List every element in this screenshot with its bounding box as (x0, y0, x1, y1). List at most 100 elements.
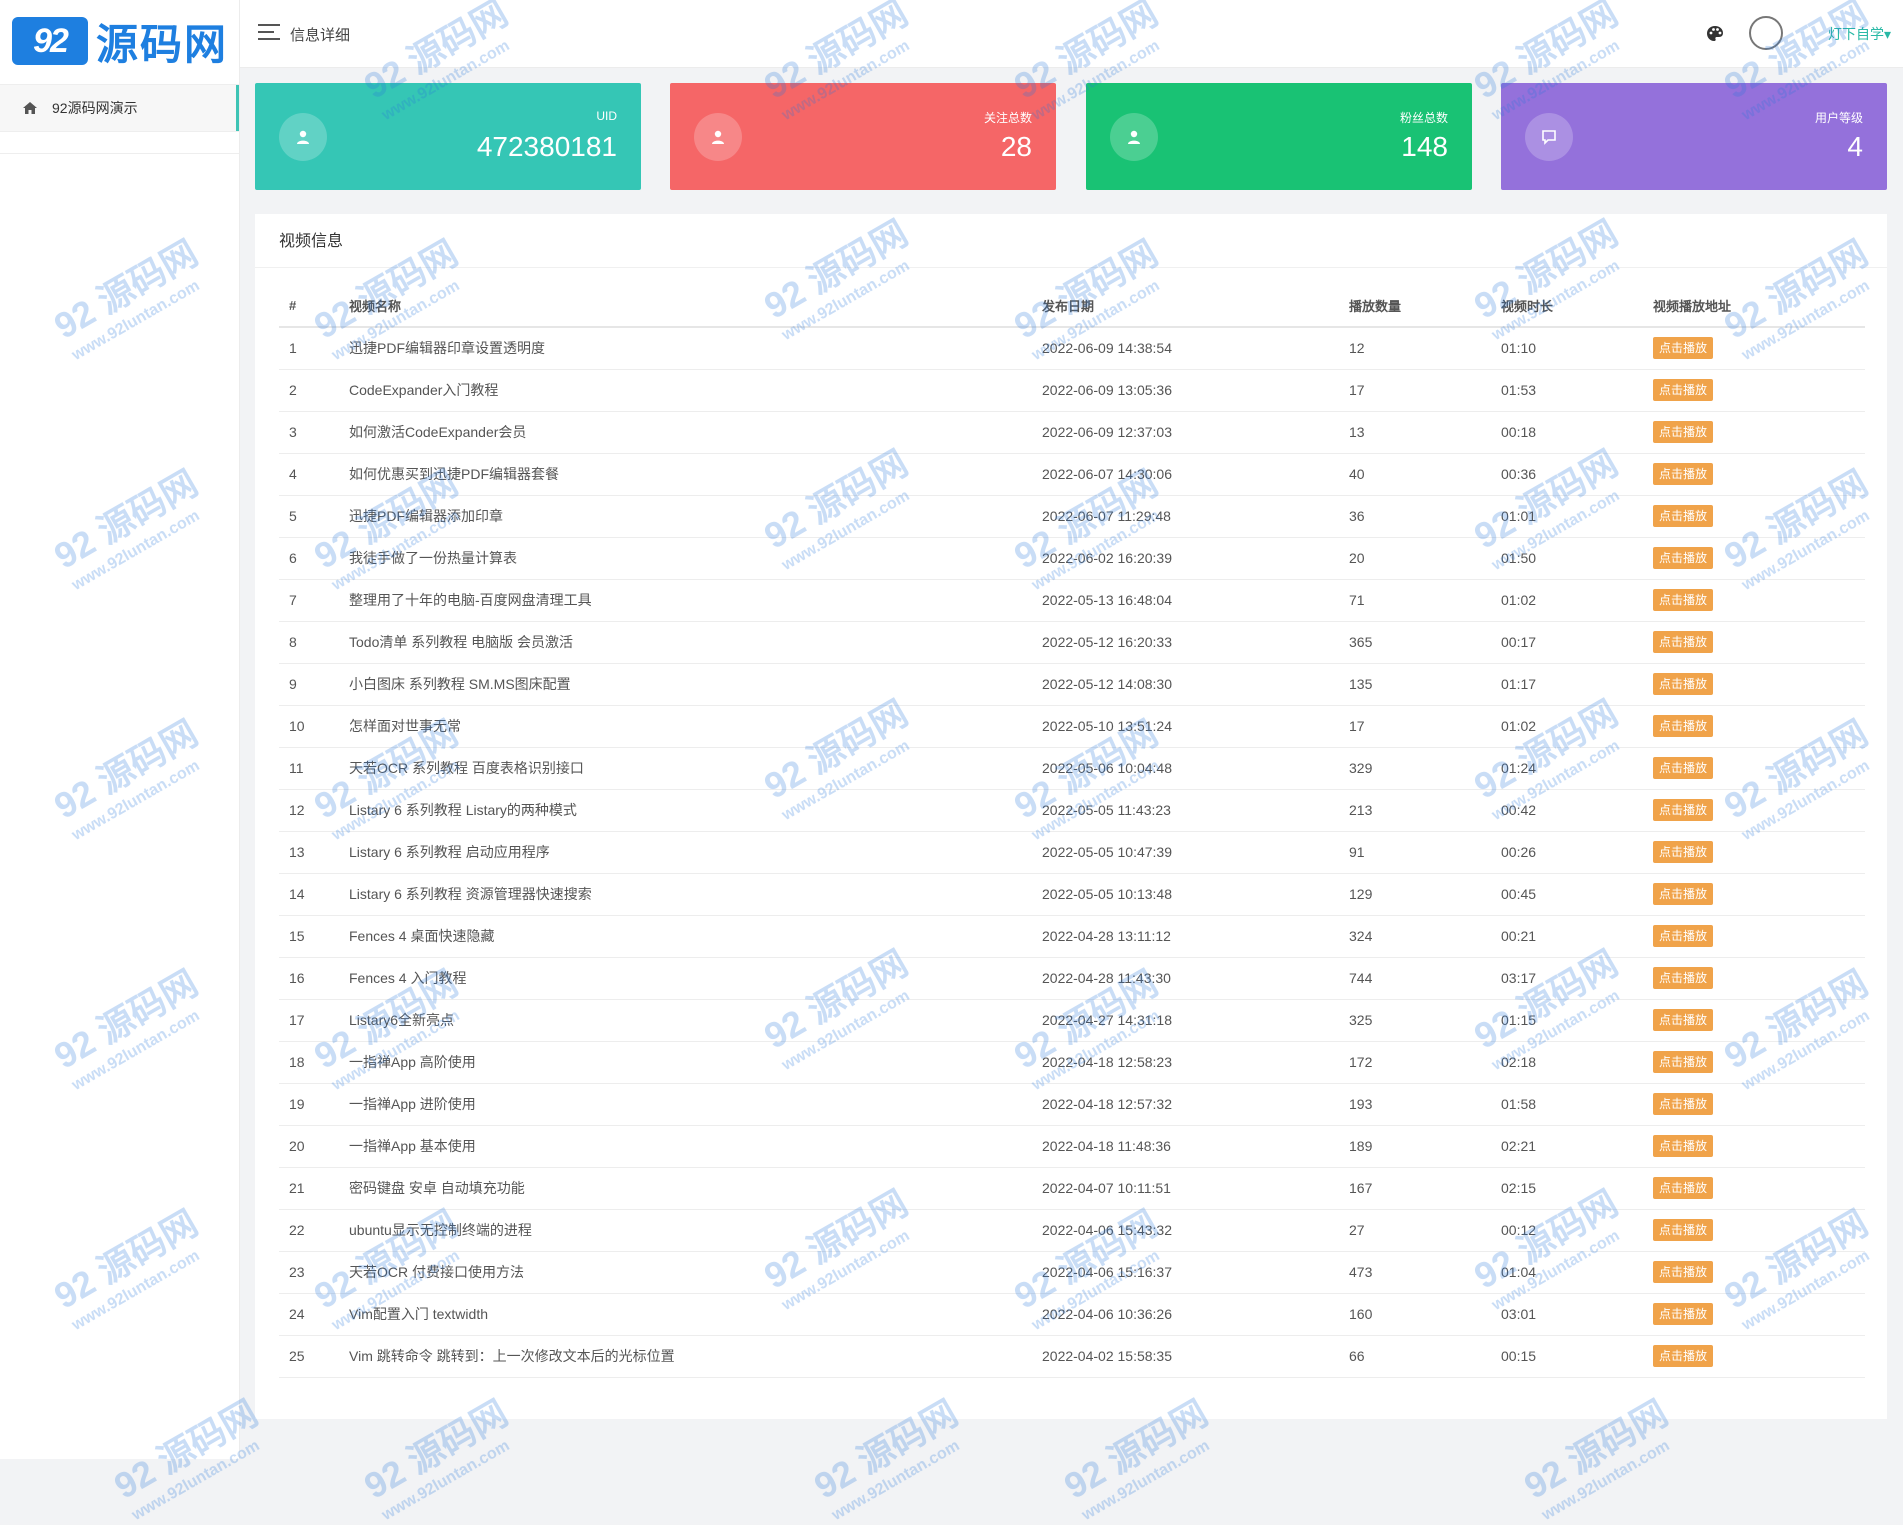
publish-date: 2022-04-28 13:11:12 (1042, 915, 1349, 958)
play-button[interactable]: 点击播放 (1653, 1093, 1713, 1115)
play-button[interactable]: 点击播放 (1653, 841, 1713, 863)
video-title: Listary 6 系列教程 资源管理器快速搜索 (349, 873, 1042, 916)
play-button[interactable]: 点击播放 (1653, 1135, 1713, 1157)
play-button[interactable]: 点击播放 (1653, 757, 1713, 779)
video-url-cell: 点击播放 (1653, 1335, 1865, 1378)
table-row: 6 我徒手做了一份热量计算表 2022-06-02 16:20:39 20 01:50 点… (279, 537, 1865, 580)
video-title: 如何激活CodeExpander会员 (349, 411, 1042, 454)
row-index: 7 (279, 579, 349, 622)
video-url-cell: 点击播放 (1653, 621, 1865, 664)
palette-icon[interactable] (1705, 24, 1725, 44)
video-url-cell: 点击播放 (1653, 1041, 1865, 1084)
play-button[interactable]: 点击播放 (1653, 379, 1713, 401)
play-count: 66 (1349, 1335, 1501, 1378)
column-header-date: 发布日期 (1042, 285, 1349, 328)
video-url-cell: 点击播放 (1653, 1293, 1865, 1336)
table-row: 4 如何优惠买到迅捷PDF编辑器套餐 2022-06-07 14:30:06 40 00… (279, 453, 1865, 496)
video-duration: 02:21 (1501, 1125, 1653, 1168)
table-row: 12 Listary 6 系列教程 Listary的两种模式 2022-05-05 … (279, 789, 1865, 832)
video-url-cell: 点击播放 (1653, 1209, 1865, 1252)
video-url-cell: 点击播放 (1653, 1083, 1865, 1126)
table-row: 11 天若OCR 系列教程 百度表格识别接口 2022-05-06 10:04:48… (279, 747, 1865, 790)
play-count: 329 (1349, 747, 1501, 790)
row-index: 9 (279, 663, 349, 706)
publish-date: 2022-05-05 10:47:39 (1042, 831, 1349, 874)
table-row: 23 天若OCR 付费接口使用方法 2022-04-06 15:16:37 473 01… (279, 1251, 1865, 1294)
video-duration: 01:02 (1501, 579, 1653, 622)
stat-card-uid: UID 472380181 (255, 83, 641, 190)
row-index: 18 (279, 1041, 349, 1084)
video-duration: 00:45 (1501, 873, 1653, 916)
play-button[interactable]: 点击播放 (1653, 1177, 1713, 1199)
play-button[interactable]: 点击播放 (1653, 1009, 1713, 1031)
video-duration: 00:26 (1501, 831, 1653, 874)
user-menu[interactable]: 灯下自学▾ (1828, 24, 1891, 44)
column-header-index: # (279, 285, 349, 328)
user-avatar[interactable] (1749, 16, 1783, 50)
play-count: 17 (1349, 369, 1501, 412)
table-row: 20 一指禅App 基本使用 2022-04-18 11:48:36 189 02:21… (279, 1125, 1865, 1168)
video-duration: 00:42 (1501, 789, 1653, 832)
play-button[interactable]: 点击播放 (1653, 1261, 1713, 1283)
video-title: Listary6全新亮点 (349, 999, 1042, 1042)
video-duration: 00:21 (1501, 915, 1653, 958)
stat-label: 关注总数 (983, 111, 1032, 125)
publish-date: 2022-05-10 13:51:24 (1042, 705, 1349, 748)
play-count: 324 (1349, 915, 1501, 958)
side-menu: 92源码网演示 (0, 84, 239, 132)
video-title: 迅捷PDF编辑器添加印章 (349, 495, 1042, 538)
row-index: 21 (279, 1167, 349, 1210)
video-url-cell: 点击播放 (1653, 915, 1865, 958)
user-icon (279, 113, 327, 161)
video-duration: 01:01 (1501, 495, 1653, 538)
video-title: 我徒手做了一份热量计算表 (349, 537, 1042, 580)
play-count: 17 (1349, 705, 1501, 748)
row-index: 8 (279, 621, 349, 664)
table-row: 21 密码键盘 安卓 自动填充功能 2022-04-07 10:11:51 167 02… (279, 1167, 1865, 1210)
video-url-cell: 点击播放 (1653, 789, 1865, 832)
video-duration: 00:15 (1501, 1335, 1653, 1378)
play-button[interactable]: 点击播放 (1653, 1303, 1713, 1325)
play-button[interactable]: 点击播放 (1653, 799, 1713, 821)
play-count: 473 (1349, 1251, 1501, 1294)
play-button[interactable]: 点击播放 (1653, 925, 1713, 947)
play-button[interactable]: 点击播放 (1653, 337, 1713, 360)
video-title: Fences 4 桌面快速隐藏 (349, 915, 1042, 958)
play-button[interactable]: 点击播放 (1653, 1051, 1713, 1073)
play-button[interactable]: 点击播放 (1653, 421, 1713, 443)
stat-value: 148 (1401, 131, 1448, 162)
play-count: 27 (1349, 1209, 1501, 1252)
video-title: 一指禅App 基本使用 (349, 1125, 1042, 1168)
table-header-row: # 视频名称 发布日期 播放数量 视频时长 视频播放地址 (279, 285, 1865, 328)
logo[interactable]: 92 源码网 (0, 0, 239, 82)
video-url-cell: 点击播放 (1653, 747, 1865, 790)
play-count: 91 (1349, 831, 1501, 874)
play-button[interactable]: 点击播放 (1653, 463, 1713, 485)
play-button[interactable]: 点击播放 (1653, 589, 1713, 611)
table-body: 1 迅捷PDF编辑器印章设置透明度 2022-06-09 14:38:54 12 01:… (279, 327, 1865, 1378)
play-button[interactable]: 点击播放 (1653, 547, 1713, 569)
play-button[interactable]: 点击播放 (1653, 1219, 1713, 1241)
play-button[interactable]: 点击播放 (1653, 631, 1713, 653)
video-title: Vim配置入门 textwidth (349, 1293, 1042, 1336)
table-row: 25 Vim 跳转命令 跳转到：上一次修改文本后的光标位置 2022-04-02 1… (279, 1335, 1865, 1378)
row-index: 11 (279, 747, 349, 790)
play-button[interactable]: 点击播放 (1653, 673, 1713, 695)
play-button[interactable]: 点击播放 (1653, 967, 1713, 989)
play-button[interactable]: 点击播放 (1653, 715, 1713, 737)
menu-toggle-icon[interactable] (258, 24, 280, 42)
play-button[interactable]: 点击播放 (1653, 1345, 1713, 1367)
publish-date: 2022-04-06 15:16:37 (1042, 1251, 1349, 1294)
stat-cards: UID 472380181 关注总数 28 粉丝总数 148 用户等级 4 (255, 83, 1887, 190)
video-url-cell: 点击播放 (1653, 873, 1865, 916)
table-row: 17 Listary6全新亮点 2022-04-27 14:31:18 325 01:1… (279, 999, 1865, 1042)
stat-card-fans: 粉丝总数 148 (1086, 83, 1472, 190)
play-button[interactable]: 点击播放 (1653, 505, 1713, 527)
table-row: 9 小白图床 系列教程 SM.MS图床配置 2022-05-12 14:08:30 1… (279, 663, 1865, 706)
publish-date: 2022-06-09 12:37:03 (1042, 411, 1349, 454)
play-button[interactable]: 点击播放 (1653, 883, 1713, 905)
sidebar-item-demo[interactable]: 92源码网演示 (0, 85, 239, 131)
video-url-cell: 点击播放 (1653, 957, 1865, 1000)
video-title: CodeExpander入门教程 (349, 369, 1042, 412)
page-title: 信息详细 (290, 27, 351, 44)
